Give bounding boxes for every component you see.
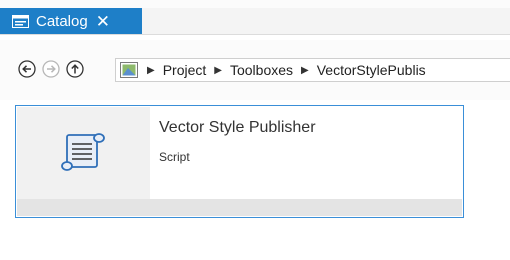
chevron-right-icon[interactable]: ▶ <box>147 65 155 76</box>
catalog-item-card[interactable]: Vector Style Publisher Script <box>15 105 464 218</box>
breadcrumb[interactable]: ▶ Project ▶ Toolboxes ▶ VectorStylePubli… <box>115 58 510 82</box>
top-edge <box>0 0 510 8</box>
item-title: Vector Style Publisher <box>159 119 316 136</box>
back-arrow-icon[interactable] <box>18 60 36 78</box>
script-scroll-icon <box>61 133 105 171</box>
forward-arrow-icon[interactable] <box>42 60 60 78</box>
chevron-right-icon[interactable]: ▶ <box>214 65 222 76</box>
tab-title: Catalog <box>36 12 88 30</box>
catalog-icon <box>12 14 29 28</box>
pane-tab-bar: Catalog ✕ <box>0 8 510 35</box>
catalog-navigation-bar: ▶ Project ▶ Toolboxes ▶ VectorStylePubli… <box>0 40 510 100</box>
up-arrow-icon[interactable] <box>66 60 84 78</box>
tab-catalog[interactable]: Catalog ✕ <box>0 8 142 34</box>
project-root-icon[interactable] <box>120 62 138 78</box>
breadcrumb-item-current[interactable]: VectorStylePublis <box>317 62 426 78</box>
item-thumbnail <box>17 107 150 199</box>
catalog-contents: Vector Style Publisher Script <box>0 100 510 260</box>
item-type: Script <box>159 150 190 164</box>
breadcrumb-item-project[interactable]: Project <box>163 62 207 78</box>
chevron-right-icon[interactable]: ▶ <box>301 65 309 76</box>
close-icon[interactable]: ✕ <box>96 13 110 30</box>
breadcrumb-item-toolboxes[interactable]: Toolboxes <box>230 62 293 78</box>
card-footer <box>17 199 462 216</box>
